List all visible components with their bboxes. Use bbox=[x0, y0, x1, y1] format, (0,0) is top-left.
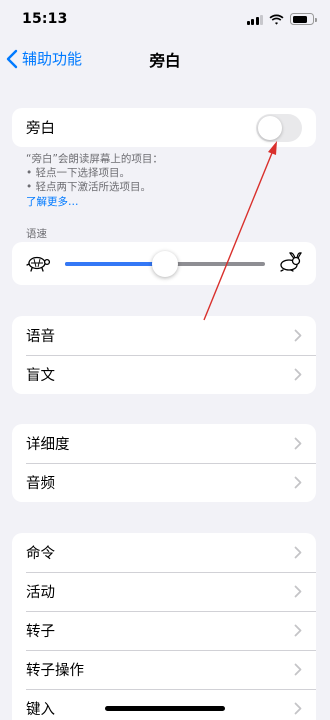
settings-row-speech[interactable]: 语音 bbox=[12, 316, 316, 355]
row-label: 语音 bbox=[26, 329, 55, 345]
chevron-right-icon bbox=[294, 329, 302, 342]
chevron-right-icon bbox=[294, 476, 302, 489]
status-time: 15:13 bbox=[22, 11, 68, 27]
settings-row-typing[interactable]: 键入 bbox=[12, 689, 316, 720]
description-line: • 轻点一下选择项目。 bbox=[26, 167, 131, 179]
settings-row-activities[interactable]: 活动 bbox=[12, 572, 316, 611]
verbosity-group: 详细度 音频 bbox=[12, 424, 316, 502]
settings-row-commands[interactable]: 命令 bbox=[12, 533, 316, 572]
chevron-right-icon bbox=[294, 437, 302, 450]
chevron-right-icon bbox=[294, 546, 302, 559]
battery-icon bbox=[290, 13, 317, 25]
row-label: 转子操作 bbox=[26, 663, 84, 679]
speech-group: 语音 盲文 bbox=[12, 316, 316, 394]
speaking-rate-fill bbox=[65, 262, 165, 266]
page-title: 旁白 bbox=[149, 52, 181, 70]
toggle-knob bbox=[258, 116, 282, 140]
voiceover-toggle[interactable] bbox=[256, 114, 302, 142]
row-label: 盲文 bbox=[26, 368, 55, 384]
settings-row-rotor[interactable]: 转子 bbox=[12, 611, 316, 650]
row-label: 详细度 bbox=[26, 437, 70, 453]
chevron-right-icon bbox=[294, 368, 302, 381]
status-bar: 15:13 bbox=[0, 0, 330, 40]
commands-group: 命令 活动 转子 转子操作 键入 bbox=[12, 533, 316, 720]
settings-row-braille[interactable]: 盲文 bbox=[12, 355, 316, 394]
voiceover-description: “旁白”会朗读屏幕上的项目： • 轻点一下选择项目。 • 轻点两下激活所选项目。… bbox=[26, 152, 316, 209]
speaking-rate-thumb[interactable] bbox=[152, 251, 178, 277]
row-label: 活动 bbox=[26, 585, 55, 601]
voiceover-label: 旁白 bbox=[26, 121, 55, 137]
voiceover-group: 旁白 bbox=[12, 108, 316, 147]
description-line: “旁白”会朗读屏幕上的项目： bbox=[26, 153, 163, 165]
row-label: 音频 bbox=[26, 476, 55, 492]
description-line: • 轻点两下激活所选项目。 bbox=[26, 181, 152, 193]
status-icons bbox=[246, 13, 317, 25]
settings-row-audio[interactable]: 音频 bbox=[12, 463, 316, 502]
cellular-signal-icon bbox=[246, 14, 263, 25]
chevron-right-icon bbox=[294, 702, 302, 715]
speaking-rate-group bbox=[12, 242, 316, 285]
chevron-right-icon bbox=[294, 585, 302, 598]
rabbit-icon bbox=[280, 252, 302, 272]
chevron-right-icon bbox=[294, 624, 302, 637]
voiceover-row: 旁白 bbox=[12, 108, 316, 147]
wifi-icon bbox=[269, 14, 284, 25]
turtle-icon bbox=[26, 256, 51, 272]
speaking-rate-label: 语速 bbox=[26, 228, 47, 240]
navigation-bar: 辅助功能 旁白 bbox=[0, 40, 330, 80]
chevron-right-icon bbox=[294, 663, 302, 676]
settings-row-rotor-actions[interactable]: 转子操作 bbox=[12, 650, 316, 689]
row-label: 命令 bbox=[26, 546, 55, 562]
row-label: 键入 bbox=[26, 702, 55, 718]
settings-row-verbosity[interactable]: 详细度 bbox=[12, 424, 316, 463]
row-label: 转子 bbox=[26, 624, 55, 640]
home-indicator bbox=[105, 706, 225, 711]
speaking-rate-track[interactable] bbox=[65, 251, 265, 277]
learn-more-link[interactable]: 了解更多… bbox=[26, 195, 316, 209]
